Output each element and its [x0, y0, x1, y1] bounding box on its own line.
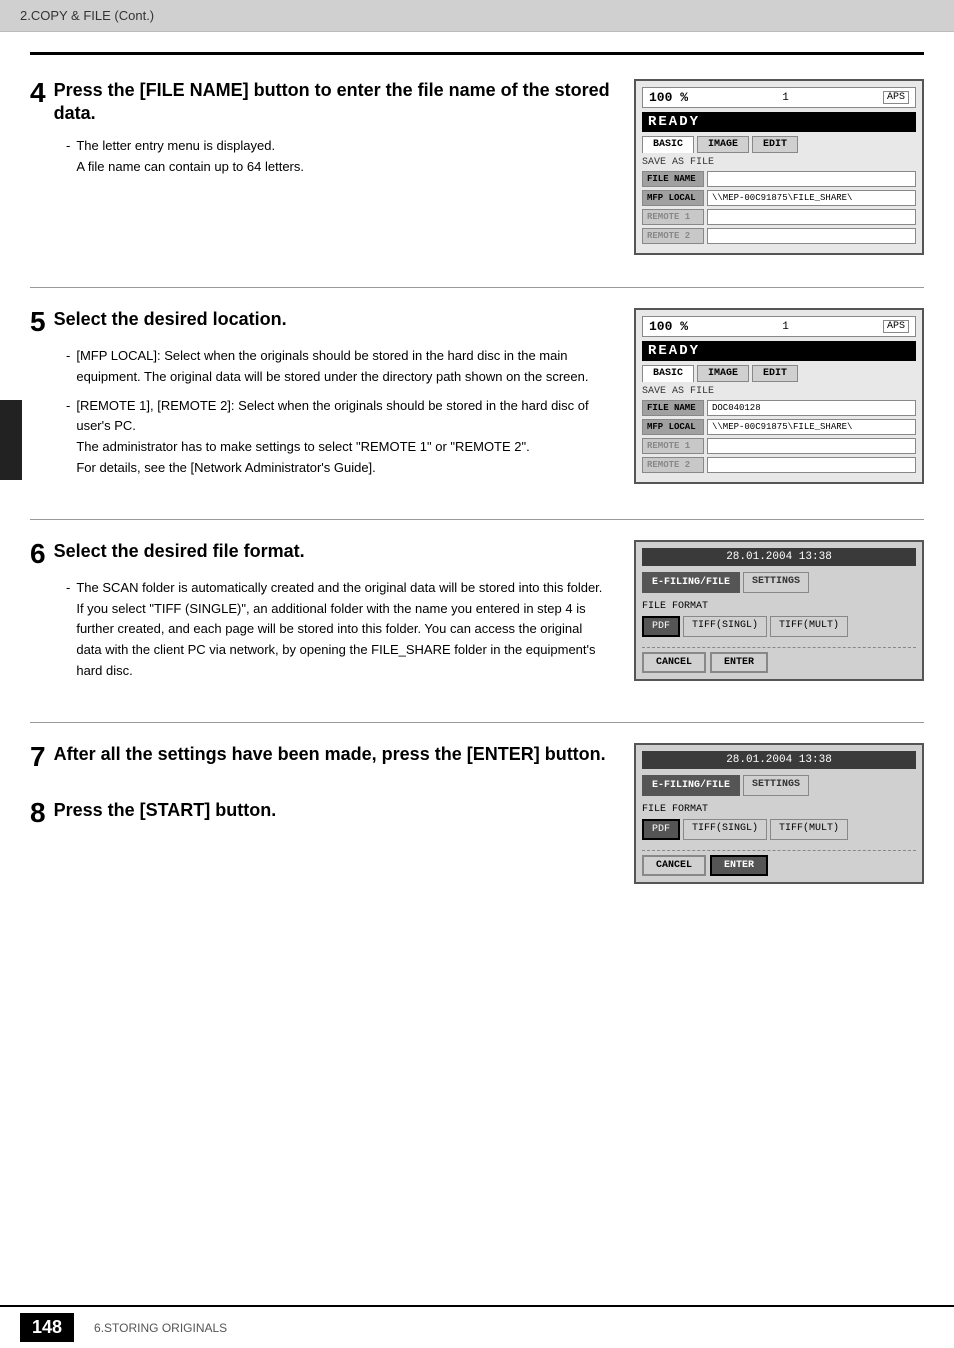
screen-bottom-btns-78: CANCEL ENTER [642, 855, 916, 876]
screen-tab-edit-4[interactable]: EDIT [752, 136, 798, 153]
page-footer: 148 6.STORING ORIGINALS [0, 1305, 954, 1348]
sidebar-tab [0, 400, 22, 480]
screen-format-label-6: FILE FORMAT [642, 601, 916, 612]
screen-mockup-6: 28.01.2004 13:38 E-FILING/FILE SETTINGS … [634, 540, 924, 681]
screen-tab-image-5[interactable]: IMAGE [697, 365, 749, 382]
screen-ready-5: READY [642, 341, 916, 361]
screen-cancel-btn-6[interactable]: CANCEL [642, 652, 706, 673]
step-78-left: 7 After all the settings have been made,… [30, 743, 610, 837]
divider-6-7 [30, 722, 924, 723]
field-value-mfplocal-4: \\MEP-00C91875\FILE_SHARE\ [707, 190, 916, 206]
field-value-remote2-5 [707, 457, 916, 473]
divider-4-5 [30, 287, 924, 288]
step-4-heading: 4 Press the [FILE NAME] button to enter … [30, 79, 610, 126]
screen-efiling-tab-78[interactable]: E-FILING/FILE [642, 775, 740, 796]
divider-5-6 [30, 519, 924, 520]
top-rule [30, 52, 924, 55]
field-label-remote1-4[interactable]: REMOTE 1 [642, 209, 704, 225]
step-5-heading: 5 Select the desired location. [30, 308, 610, 336]
screen-format-pdf-6[interactable]: PDF [642, 616, 680, 637]
step-7-title: After all the settings have been made, p… [54, 743, 606, 766]
field-label-filename-4[interactable]: FILE NAME [642, 171, 704, 187]
screen-format-tiffsingl-78[interactable]: TIFF(SINGL) [683, 819, 767, 840]
field-value-mfplocal-5: \\MEP-00C91875\FILE_SHARE\ [707, 419, 916, 435]
step-5-section: 5 Select the desired location. - [MFP LO… [30, 308, 924, 487]
field-label-mfplocal-5[interactable]: MFP LOCAL [642, 419, 704, 435]
step-5-number: 5 [30, 308, 46, 336]
step-6-screen: 28.01.2004 13:38 E-FILING/FILE SETTINGS … [634, 540, 924, 681]
screen-format-pdf-78[interactable]: PDF [642, 819, 680, 840]
step-4-title: Press the [FILE NAME] button to enter th… [54, 79, 610, 126]
step-4-screen: 100 % 1 APS READY BASIC IMAGE EDIT SAVE … [634, 79, 924, 255]
screen-save-label-4: SAVE AS FILE [642, 157, 916, 168]
page-section-label: 6.STORING ORIGINALS [94, 1321, 227, 1335]
field-label-remote1-5[interactable]: REMOTE 1 [642, 438, 704, 454]
step-8-heading: 8 Press the [START] button. [30, 799, 610, 827]
page-number: 148 [20, 1313, 74, 1342]
field-label-remote2-5[interactable]: REMOTE 2 [642, 457, 704, 473]
step-78-screen: 28.01.2004 13:38 E-FILING/FILE SETTINGS … [634, 743, 924, 884]
step-4-body: - The letter entry menu is displayed.A f… [66, 136, 610, 178]
screen-datetime-78: 28.01.2004 13:38 [642, 751, 916, 769]
screen-tab-edit-5[interactable]: EDIT [752, 365, 798, 382]
step-5-title: Select the desired location. [54, 308, 287, 331]
screen-format-tiffmult-78[interactable]: TIFF(MULT) [770, 819, 848, 840]
screen-efiling-tabs-6: E-FILING/FILE SETTINGS [642, 572, 916, 593]
field-label-remote2-4[interactable]: REMOTE 2 [642, 228, 704, 244]
screen-format-tiffmult-6[interactable]: TIFF(MULT) [770, 616, 848, 637]
screen-datetime-6: 28.01.2004 13:38 [642, 548, 916, 566]
step-4-left: 4 Press the [FILE NAME] button to enter … [30, 79, 610, 185]
screen-format-label-78: FILE FORMAT [642, 804, 916, 815]
screen-bottom-btns-6: CANCEL ENTER [642, 652, 916, 673]
step-5-body: - [MFP LOCAL]: Select when the originals… [66, 346, 610, 479]
step-6-body: - The SCAN folder is automatically creat… [66, 578, 610, 682]
step-5-left: 5 Select the desired location. - [MFP LO… [30, 308, 610, 487]
step-6-section: 6 Select the desired file format. - The … [30, 540, 924, 690]
screen-enter-btn-78[interactable]: ENTER [710, 855, 768, 876]
screen-format-btns-78: PDF TIFF(SINGL) TIFF(MULT) [642, 819, 916, 840]
step-7-number: 7 [30, 743, 46, 771]
field-value-remote1-4 [707, 209, 916, 225]
page-header: 2.COPY & FILE (Cont.) [0, 0, 954, 32]
field-value-filename-4 [707, 171, 916, 187]
step-4-section: 4 Press the [FILE NAME] button to enter … [30, 79, 924, 255]
step-8-title: Press the [START] button. [54, 799, 277, 822]
step-6-title: Select the desired file format. [54, 540, 305, 563]
screen-tab-basic-4[interactable]: BASIC [642, 136, 694, 153]
header-title: 2.COPY & FILE (Cont.) [20, 8, 154, 23]
step-78-section: 7 After all the settings have been made,… [30, 743, 924, 884]
screen-mockup-78: 28.01.2004 13:38 E-FILING/FILE SETTINGS … [634, 743, 924, 884]
screen-cancel-btn-78[interactable]: CANCEL [642, 855, 706, 876]
screen-tab-image-4[interactable]: IMAGE [697, 136, 749, 153]
screen-top-bar-5: 100 % 1 APS [642, 316, 916, 337]
screen-tab-basic-5[interactable]: BASIC [642, 365, 694, 382]
screen-settings-tab-6[interactable]: SETTINGS [743, 572, 809, 593]
screen-efiling-tab-6[interactable]: E-FILING/FILE [642, 572, 740, 593]
field-value-filename-5: DOC040128 [707, 400, 916, 416]
screen-efiling-tabs-78: E-FILING/FILE SETTINGS [642, 775, 916, 796]
step-6-number: 6 [30, 540, 46, 568]
step-5-screen: 100 % 1 APS READY BASIC IMAGE EDIT SAVE … [634, 308, 924, 484]
screen-save-label-5: SAVE AS FILE [642, 386, 916, 397]
screen-tabs-5: BASIC IMAGE EDIT [642, 365, 916, 382]
step-6-heading: 6 Select the desired file format. [30, 540, 610, 568]
screen-top-bar-4: 100 % 1 APS [642, 87, 916, 108]
screen-settings-tab-78[interactable]: SETTINGS [743, 775, 809, 796]
field-label-mfplocal-4[interactable]: MFP LOCAL [642, 190, 704, 206]
screen-format-tiffsingl-6[interactable]: TIFF(SINGL) [683, 616, 767, 637]
field-value-remote2-4 [707, 228, 916, 244]
step-8-number: 8 [30, 799, 46, 827]
screen-format-btns-6: PDF TIFF(SINGL) TIFF(MULT) [642, 616, 916, 637]
screen-ready-4: READY [642, 112, 916, 132]
screen-mockup-4: 100 % 1 APS READY BASIC IMAGE EDIT SAVE … [634, 79, 924, 255]
field-value-remote1-5 [707, 438, 916, 454]
screen-tabs-4: BASIC IMAGE EDIT [642, 136, 916, 153]
field-label-filename-5[interactable]: FILE NAME [642, 400, 704, 416]
screen-enter-btn-6[interactable]: ENTER [710, 652, 768, 673]
step-4-number: 4 [30, 79, 46, 107]
step-7-heading: 7 After all the settings have been made,… [30, 743, 610, 771]
step-6-left: 6 Select the desired file format. - The … [30, 540, 610, 690]
screen-mockup-5: 100 % 1 APS READY BASIC IMAGE EDIT SAVE … [634, 308, 924, 484]
main-content: 4 Press the [FILE NAME] button to enter … [0, 32, 954, 976]
